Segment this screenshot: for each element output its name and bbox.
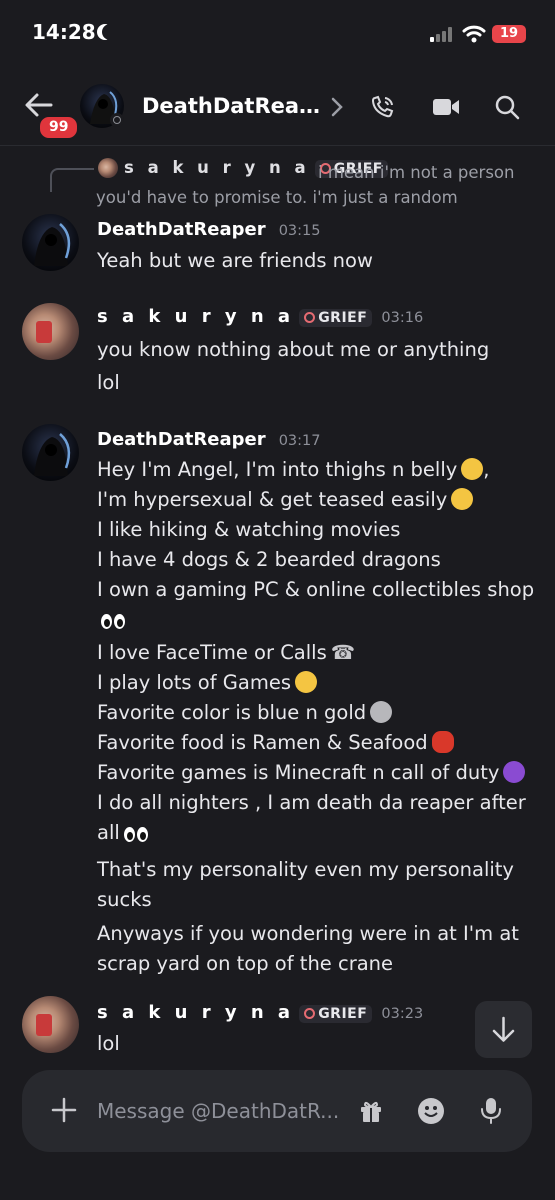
plus-icon[interactable] xyxy=(50,1096,78,1124)
header-divider xyxy=(0,145,555,146)
search-icon[interactable] xyxy=(494,94,520,120)
message-text[interactable]: lol xyxy=(97,1029,120,1059)
weary-face-emoji xyxy=(461,458,484,480)
eyes-emoji xyxy=(101,608,127,638)
page-title[interactable]: DeathDatRea… xyxy=(142,94,320,118)
timestamp: 03:16 xyxy=(381,310,424,326)
timestamp: 03:15 xyxy=(278,223,321,239)
reply-connector xyxy=(50,168,94,192)
role-tag: GRIEF xyxy=(299,309,373,327)
scroll-to-bottom-button[interactable] xyxy=(475,1001,532,1058)
cellular-signal-icon xyxy=(430,26,456,42)
message-text[interactable]: you know nothing about me or anything lo… xyxy=(97,335,489,398)
status-indicator xyxy=(110,113,124,127)
status-time: 14:28 xyxy=(32,20,96,44)
avatar[interactable] xyxy=(22,996,79,1053)
author-name[interactable]: s a k u r y n a xyxy=(97,306,294,327)
author-name[interactable]: DeathDatReaper xyxy=(97,429,266,450)
message-input[interactable]: Message @DeathDatR... xyxy=(97,1099,339,1123)
timestamp: 03:17 xyxy=(278,433,321,449)
message-text[interactable]: Hey I'm Angel, I'm into thighs n belly, … xyxy=(97,455,537,979)
phone-call-icon[interactable] xyxy=(370,94,396,120)
message-header: s a k u r y n a GRIEF 03:23 xyxy=(97,1002,423,1023)
author-name[interactable]: DeathDatReaper xyxy=(97,219,266,240)
reply-text[interactable]: i mean i'm not a person you'd have to pr… xyxy=(96,160,526,210)
message-header: s a k u r y n a GRIEF 03:16 xyxy=(97,306,423,327)
eyes-emoji xyxy=(123,821,150,851)
moon-icon xyxy=(102,24,118,40)
avatar[interactable] xyxy=(22,303,79,360)
phone-emoji: ☎ xyxy=(330,641,356,664)
lobster-emoji xyxy=(431,731,454,753)
avatar[interactable] xyxy=(22,214,79,271)
message-header: DeathDatReaper 03:15 xyxy=(97,219,320,240)
grinning-face-emoji xyxy=(295,671,317,693)
role-tag: GRIEF xyxy=(299,1005,373,1023)
author-name[interactable]: s a k u r y n a xyxy=(97,1002,294,1023)
coin-emoji xyxy=(370,701,393,723)
battery-icon: 19 xyxy=(492,25,526,43)
avatar[interactable] xyxy=(22,424,79,481)
smiling-imp-emoji xyxy=(503,761,526,783)
chevron-right-icon[interactable] xyxy=(330,96,344,118)
arrow-down-icon xyxy=(492,1016,515,1042)
microphone-icon[interactable] xyxy=(480,1096,502,1126)
emoji-icon[interactable] xyxy=(417,1097,445,1125)
message-text[interactable]: Yeah but we are friends now xyxy=(97,246,373,276)
message-header: DeathDatReaper 03:17 xyxy=(97,429,320,450)
video-camera-icon[interactable] xyxy=(432,97,460,117)
wifi-icon xyxy=(462,25,486,43)
timestamp: 03:23 xyxy=(381,1006,424,1022)
weary-face-emoji xyxy=(451,488,474,510)
gift-icon[interactable] xyxy=(358,1098,384,1124)
unread-badge: 99 xyxy=(38,115,80,140)
